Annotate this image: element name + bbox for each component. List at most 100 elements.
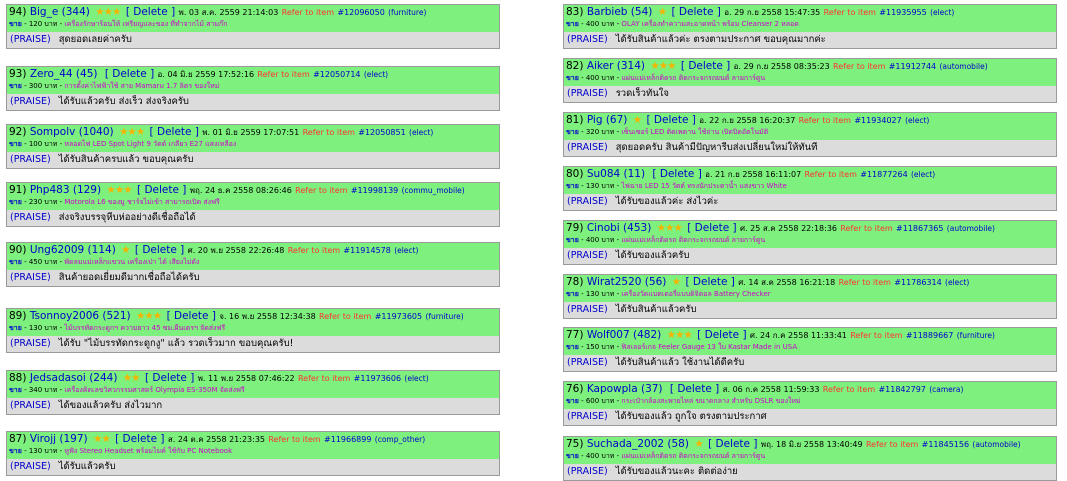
username-link[interactable]: Kapowpla (37) <box>587 383 663 395</box>
username-link[interactable]: Barbieb (54) <box>587 6 653 18</box>
delete-button[interactable]: [ Delete ] <box>670 383 719 395</box>
item-number-link[interactable]: #11934027 <box>854 116 901 125</box>
username-link[interactable]: Jedsadasoi (244) <box>30 372 118 384</box>
item-number-link[interactable]: #11877264 <box>860 170 907 179</box>
item-number-link[interactable]: #11845156 <box>922 440 969 449</box>
username-link[interactable]: Sompolv (1040) <box>30 126 114 138</box>
item-title-link[interactable]: เครื่องคิดเลขวิศวกรรมศาสตร์ Olympia ES-3… <box>64 386 244 394</box>
delete-button[interactable]: [ Delete ] <box>105 68 154 80</box>
item-title-link[interactable]: แผ่นแม่เหล็กติดรถ ติดกระจกรถยนต์ ลายการ์… <box>621 452 765 460</box>
item-number-link[interactable]: #11966899 <box>324 435 371 444</box>
item-number-link[interactable]: #11914578 <box>343 246 390 255</box>
entry-date: พฤ. 18 มิ.ย 2558 13:40:49 <box>760 440 863 449</box>
delete-button[interactable]: [ Delete ] <box>647 114 696 126</box>
item-title-link[interactable]: ฟิลเลอร์เกจ Feeler Gauge 13 ใบ Kastar Ma… <box>621 343 797 351</box>
item-category-link[interactable]: (camera) <box>929 385 963 394</box>
delete-button[interactable]: [ Delete ] <box>150 126 199 138</box>
refer-to-item-label: Refer to item <box>865 440 919 449</box>
item-number-link[interactable]: #11998139 <box>351 186 398 195</box>
delete-button[interactable]: [ Delete ] <box>681 60 730 72</box>
delete-button[interactable]: [ Delete ] <box>652 168 701 180</box>
sale-badge: ขาย <box>566 343 579 351</box>
item-category-link[interactable]: (commu_mobile) <box>402 186 465 195</box>
item-title-link[interactable]: แผ่นแม่เหล็กติดรถ ติดกระจกรถยนต์ ลายการ์… <box>621 74 765 82</box>
delete-button[interactable]: [ Delete ] <box>167 310 216 322</box>
item-number-link[interactable]: #12050851 <box>358 128 405 137</box>
username-link[interactable]: Ung62009 (114) <box>30 244 116 256</box>
entry-date: อ. 22 ก.ย 2558 16:20:37 <box>699 116 796 125</box>
delete-button[interactable]: [ Delete ] <box>671 6 720 18</box>
item-title-link[interactable]: หลอดไฟ LED Spot Light 9 วัตต์ เกลียว E27… <box>64 140 236 148</box>
item-category-link[interactable]: (elect) <box>364 70 388 79</box>
entry-item-line: ขาย - 400 บาท - OLAY เครื่องทำความสะอาดห… <box>566 19 799 29</box>
username-link[interactable]: Su084 (11) <box>587 168 645 180</box>
item-title-link[interactable]: ไฟฉาย LED 15 วัตต์ ทรงนักประดาน้ำ แสงขาว… <box>621 182 786 190</box>
item-title-link[interactable]: พัดลมแม่เหล็กแขวน เครื่องเป่า ได้ เสียงไ… <box>64 258 199 266</box>
username-link[interactable]: Wolf007 (482) <box>587 329 661 341</box>
delete-button[interactable]: [ Delete ] <box>697 329 746 341</box>
item-title-link[interactable]: OLAY เครื่องทำความสะอาดหน้า พร้อม Cleans… <box>621 20 798 28</box>
item-number-link[interactable]: #11867365 <box>896 224 943 233</box>
item-number-link[interactable]: #11973606 <box>354 374 401 383</box>
refer-to-item-label: Refer to item <box>804 170 857 179</box>
item-category-link[interactable]: (automobile) <box>947 224 995 233</box>
feedback-comment: ได้รับ "ไม้บรรทัดกระดูกงู" แล้ว รวดเร็วม… <box>58 338 294 349</box>
entry-title-line: 94) Big_e (344) ★★★ [ Delete ] พ. 03 ส.ค… <box>9 5 426 20</box>
item-number-link[interactable]: #11935955 <box>879 8 926 17</box>
delete-button[interactable]: [ Delete ] <box>135 244 184 256</box>
username-link[interactable]: Aiker (314) <box>587 60 645 72</box>
item-category-link[interactable]: (elect) <box>394 246 418 255</box>
entry-number: 92) <box>9 126 27 138</box>
entry-body: (PRAISE) สุดยอดเลยค่าครับ <box>7 32 499 48</box>
item-category-link[interactable]: (furniture) <box>388 8 426 17</box>
refer-to-item-label: Refer to item <box>833 62 886 71</box>
delete-button[interactable]: [ Delete ] <box>708 438 757 450</box>
item-number-link[interactable]: #11842797 <box>878 385 925 394</box>
item-number-link[interactable]: #12050714 <box>313 70 360 79</box>
username-link[interactable]: Virojj (197) <box>30 433 88 445</box>
username-link[interactable]: Pig (67) <box>587 114 628 126</box>
item-category-link[interactable]: (elect) <box>945 278 969 287</box>
username-link[interactable]: Big_e (344) <box>30 6 90 18</box>
username-link[interactable]: Suchada_2002 (58) <box>587 438 689 450</box>
item-title-link[interactable]: การตั้งค่าไฟฟ้าใช้ สาย Mamaru 1.7 ลิตร ข… <box>64 82 219 90</box>
item-title-link[interactable]: เซ็นเซอร์ LED ติดเพดาน ใช้ถ่าน เปิดปิดอั… <box>621 128 768 136</box>
username-link[interactable]: Cinobi (453) <box>587 222 651 234</box>
item-number-link[interactable]: #12096050 <box>337 8 384 17</box>
delete-button[interactable]: [ Delete ] <box>685 276 734 288</box>
username-link[interactable]: Tsonnoy2006 (521) <box>30 310 131 322</box>
item-category-link[interactable]: (elect) <box>409 128 433 137</box>
item-title-link[interactable]: Motorola L6 ของมู ชาร์จไม่เข้า สามารถเปิ… <box>64 198 219 206</box>
item-title-link[interactable]: เครื่องวัดแบตเตอรี่แบบดิจิตอล Battery Ch… <box>621 290 770 298</box>
item-title-link[interactable]: เครื่องรักษาร้อนให้ เหรียญและของ ที่ทำจา… <box>64 20 227 28</box>
entry-date: ส. 24 ต.ค 2558 21:23:35 <box>167 435 265 444</box>
feedback-entry: 81) Pig (67) ★ [ Delete ] อ. 22 ก.ย 2558… <box>563 112 1057 157</box>
item-category-link[interactable]: (elect) <box>930 8 954 17</box>
item-title-link[interactable]: ไม้บรรทัดกระดูกฯ ความยาว 45 ซม.ผืนเตรฯ จ… <box>64 324 225 332</box>
item-category-link[interactable]: (furniture) <box>425 312 463 321</box>
item-title-link[interactable]: หูฟัง Stereo Headset พร้อมไมค์ ใช้กับ PC… <box>64 447 232 455</box>
item-number-link[interactable]: #11973605 <box>375 312 422 321</box>
item-category-link[interactable]: (elect) <box>905 116 929 125</box>
entry-item-line: ขาย - 600 บาท - กระเป๋ากล้องสะพายไหล่ ขน… <box>566 396 801 406</box>
feedback-entry: 89) Tsonnoy2006 (521) ★★★ [ Delete ] จ. … <box>6 308 500 353</box>
item-number-link[interactable]: #11786314 <box>894 278 941 287</box>
item-category-link[interactable]: (automobile) <box>972 440 1020 449</box>
item-category-link[interactable]: (elect) <box>404 374 428 383</box>
item-category-link[interactable]: (furniture) <box>957 331 995 340</box>
item-title-link[interactable]: กระเป๋ากล้องสะพายไหล่ ขนาดกลาง สำหรับ DS… <box>621 397 800 405</box>
item-category-link[interactable]: (automobile) <box>939 62 987 71</box>
item-title-link[interactable]: แผ่นแม่เหล็กติดรถ ติดกระจกรถยนต์ ลายการ์… <box>621 236 765 244</box>
delete-button[interactable]: [ Delete ] <box>687 222 736 234</box>
item-number-link[interactable]: #11889667 <box>906 331 953 340</box>
username-link[interactable]: Php483 (129) <box>30 184 101 196</box>
item-category-link[interactable]: (comp_other) <box>375 435 425 444</box>
username-link[interactable]: Zero_44 (45) <box>30 68 98 80</box>
item-category-link[interactable]: (elect) <box>911 170 935 179</box>
delete-button[interactable]: [ Delete ] <box>145 372 194 384</box>
delete-button[interactable]: [ Delete ] <box>126 6 175 18</box>
item-number-link[interactable]: #11912744 <box>889 62 936 71</box>
username-link[interactable]: Wirat2520 (56) <box>587 276 667 288</box>
delete-button[interactable]: [ Delete ] <box>115 433 164 445</box>
delete-button[interactable]: [ Delete ] <box>137 184 186 196</box>
